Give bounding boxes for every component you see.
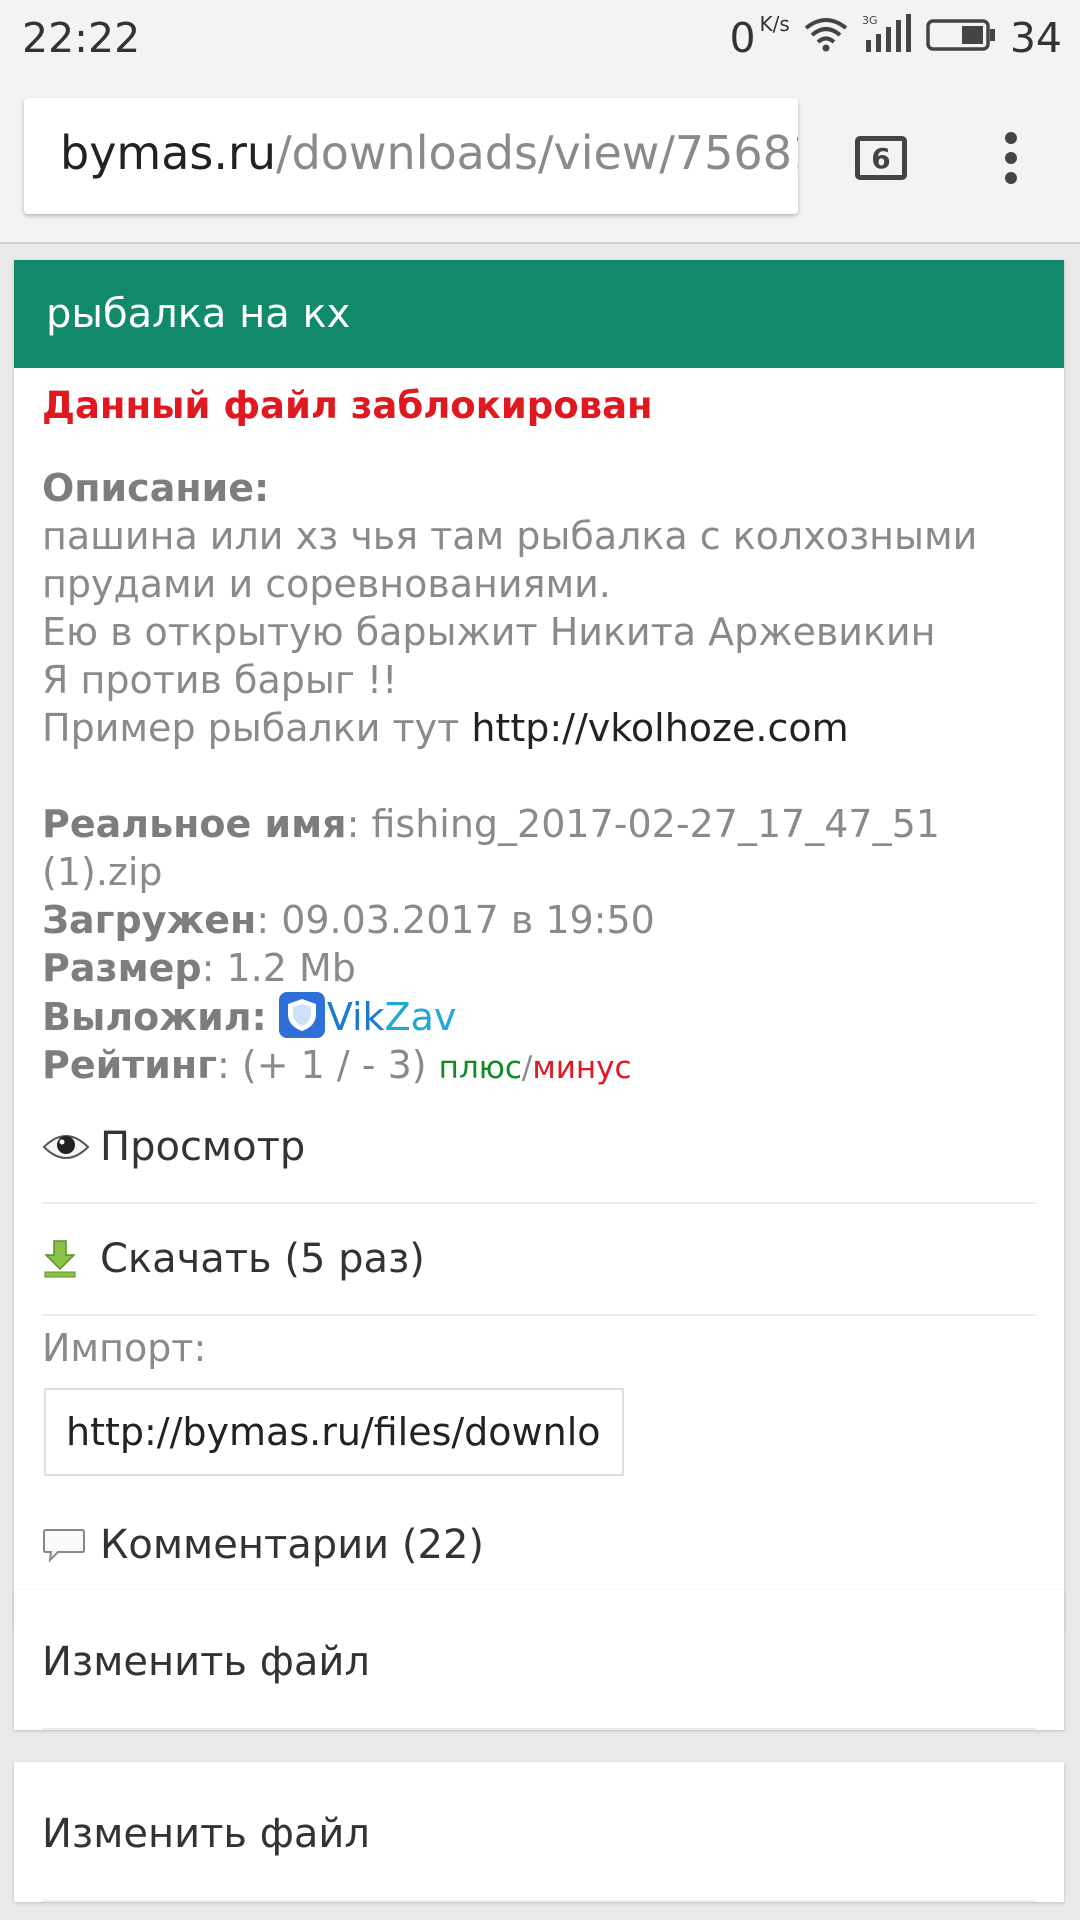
description-label: Описание: [42, 466, 270, 510]
tab-count: 6 [871, 141, 891, 175]
file-meta: Реальное имя: fishing_2017-02-27_17_47_5… [42, 800, 1036, 1092]
speed-value: 0 [729, 14, 756, 62]
svg-text:3G: 3G [862, 14, 878, 27]
download-icon [42, 1239, 100, 1279]
address-bar[interactable]: bymas.ru/downloads/view/75681 [24, 98, 798, 214]
view-label: Просмотр [100, 1124, 306, 1170]
uploaded-label: Загружен [42, 898, 257, 942]
page-title: рыбалка на кх [14, 260, 1064, 368]
battery-level: 34 [1009, 14, 1062, 62]
edit-file-card[interactable]: Изменить файл [14, 1762, 1064, 1902]
download-link[interactable]: Скачать (5 раз) [42, 1204, 1036, 1316]
uploader-name-part1: Vik [326, 995, 385, 1039]
description-line: Я против барыг !! [42, 658, 398, 702]
status-icons: 0 K/s 3G 34 [729, 14, 1062, 62]
description-line: прудами и соревнованиями. [42, 562, 611, 606]
eye-icon [42, 1131, 100, 1163]
uploader-link[interactable]: VikZav [327, 995, 457, 1039]
url-host: bymas.ru [60, 126, 277, 180]
edit-file-label: Изменить файл [42, 1590, 1036, 1730]
description-line: пашина или хз чья там рыбалка с колхозны… [42, 514, 978, 558]
file-details: Данный файл заблокирован Описание: пашин… [14, 368, 1064, 1602]
status-time: 22:22 [22, 14, 141, 62]
wifi-icon [804, 14, 848, 62]
description-line: Ею в открытую барыжит Никита Аржевикин [42, 610, 936, 654]
view-link[interactable]: Просмотр [42, 1092, 1036, 1204]
edit-file-label: Изменить файл [42, 1762, 1036, 1902]
description: Описание: пашина или хз чья там рыбалка … [42, 464, 1036, 752]
speed-unit: K/s [759, 12, 790, 36]
size-label: Размер [42, 946, 202, 990]
comments-link[interactable]: Комментарии (22) [42, 1490, 1036, 1602]
signal-icon: 3G [862, 14, 912, 62]
network-speed: 0 K/s [729, 14, 789, 62]
rating-slash: / [521, 1050, 533, 1086]
uploader-label: Выложил: [42, 995, 267, 1039]
import-label: Импорт: [42, 1326, 207, 1370]
download-label: Скачать (5 раз) [100, 1236, 425, 1282]
url-path: /downloads/view/75681 [276, 126, 798, 180]
comment-icon [42, 1526, 100, 1564]
uploaded-value: : 09.03.2017 в 19:50 [256, 898, 655, 942]
edit-file-card[interactable]: Изменить файл [14, 1590, 1064, 1730]
import-url-field[interactable] [44, 1388, 624, 1476]
battery-icon [926, 14, 996, 62]
shield-icon [278, 992, 325, 1038]
example-link[interactable]: http://vkolhoze.com [471, 706, 848, 750]
blocked-notice: Данный файл заблокирован [42, 384, 653, 427]
status-bar: 22:22 0 K/s 3G 34 [0, 0, 1080, 76]
file-card: рыбалка на кх Данный файл заблокирован О… [14, 260, 1064, 1630]
url-text[interactable]: bymas.ru/downloads/view/75681 [60, 126, 798, 180]
uploader-name-part2: Zav [384, 995, 457, 1039]
tabs-icon[interactable]: 6 [855, 136, 907, 180]
rating-value: : (+ 1 / - 3) [217, 1043, 427, 1087]
comments-label: Комментарии (22) [100, 1522, 485, 1568]
menu-icon[interactable] [998, 132, 1024, 188]
rating-minus-link[interactable]: минус [532, 1050, 631, 1086]
example-prefix: Пример рыбалки тут [42, 706, 472, 750]
size-value: : 1.2 Mb [201, 946, 356, 990]
rating-plus-link[interactable]: плюс [439, 1050, 522, 1086]
real-name-label: Реальное имя [42, 802, 347, 846]
rating-label: Рейтинг [42, 1043, 218, 1087]
browser-toolbar: bymas.ru/downloads/view/75681 6 [0, 76, 1080, 244]
